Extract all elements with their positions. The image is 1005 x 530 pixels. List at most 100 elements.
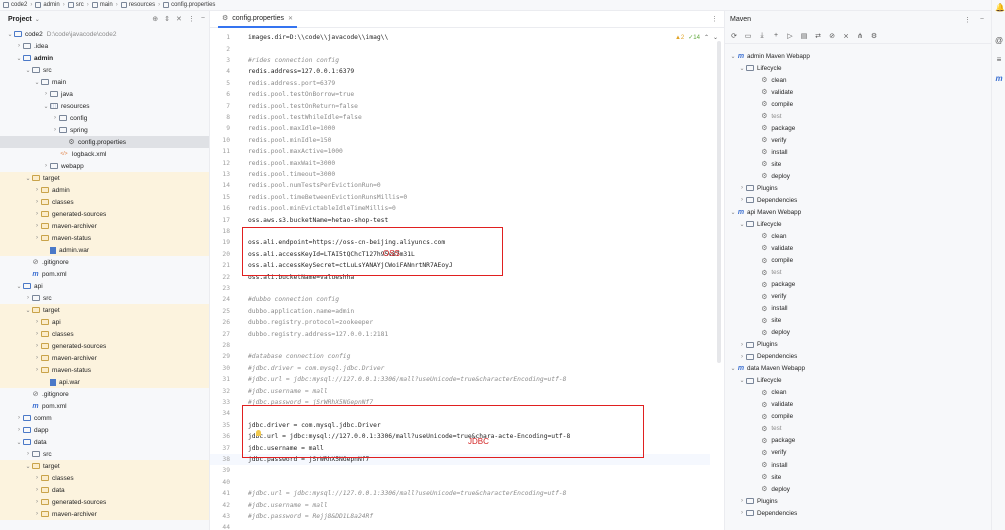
maven-phase[interactable]: ⚙ deploy [725,327,991,339]
chevron-right-icon[interactable]: › [15,427,23,433]
folder-icon[interactable]: ▭ [744,32,752,40]
tree-item[interactable]: › dapp [0,424,209,436]
maven-project[interactable]: ⌄ m admin Maven Webapp [725,50,991,62]
maven-phase[interactable]: ⚙ install [725,459,991,471]
tree-item[interactable]: › .idea [0,40,209,52]
code-line[interactable]: 29 #database connection config [210,351,710,362]
editor-scrollbar[interactable] [717,41,721,363]
code-line[interactable]: 13 redis.pool.timeout=3000 [210,169,710,180]
code-line[interactable]: 24 #dubbo connection config [210,294,710,305]
maven-phase[interactable]: ⚙ compile [725,98,991,110]
chevron-right-icon[interactable]: › [33,211,41,217]
chevron-right-icon[interactable]: › [33,331,41,337]
settings-icon[interactable]: ⚙ [870,32,878,40]
chevron-down-icon[interactable]: ⌄ [729,53,737,60]
reload-icon[interactable]: ⟳ [730,32,738,40]
chevron-down-icon[interactable]: ⌄ [24,175,32,182]
chevron-down-icon[interactable]: ⌄ [15,283,23,290]
chevron-right-icon[interactable]: › [738,354,746,360]
tree-item[interactable]: m pom.xml [0,400,209,412]
maven-dependencies[interactable]: › Dependencies [725,507,991,519]
chevron-down-icon[interactable]: ⌄ [738,377,746,384]
code-line[interactable]: 43 #jdbc.password = Rejj8&DD1L8a24Rf [210,511,710,522]
add-icon[interactable]: + [772,32,780,39]
maven-phase[interactable]: ⚙ validate [725,86,991,98]
tree-item[interactable]: › java [0,88,209,100]
code-line[interactable]: 7 redis.pool.testOnReturn=false [210,100,710,111]
chevron-right-icon[interactable]: › [33,199,41,205]
chevron-down-icon[interactable]: ⌄ [42,103,50,110]
tree-item[interactable]: › maven-archiver [0,508,209,520]
maven-phase[interactable]: ⚙ test [725,423,991,435]
tree-item[interactable]: › maven-archiver [0,220,209,232]
maven-project[interactable]: ⌄ m data Maven Webapp [725,363,991,375]
chevron-right-icon[interactable]: › [738,197,746,203]
chevron-right-icon[interactable]: › [738,498,746,504]
tree-item[interactable]: ⚙ config.properties [0,136,209,148]
notifications-icon[interactable]: 🔔 [995,4,1005,12]
chevron-down-icon[interactable]: ⌄ [24,67,32,74]
maven-phase[interactable]: ⚙ clean [725,74,991,86]
tree-item[interactable]: ⌄ target [0,460,209,472]
chevron-right-icon[interactable]: › [51,127,59,133]
chevron-right-icon[interactable]: › [738,185,746,191]
code-line[interactable]: 25 dubbo.application.name=admin [210,306,710,317]
chevron-down-icon[interactable]: ⌄ [738,221,746,228]
chevron-right-icon[interactable]: › [33,235,41,241]
intention-bulb-icon[interactable] [256,430,261,436]
breadcrumb-item[interactable]: main [91,2,113,8]
tree-item[interactable]: › api [0,316,209,328]
tree-item[interactable]: › maven-status [0,364,209,376]
tree-item[interactable]: › generated-sources [0,496,209,508]
chevron-right-icon[interactable]: › [42,163,50,169]
maven-project[interactable]: ⌄ m api Maven Webapp [725,206,991,218]
maven-phase[interactable]: ⚙ verify [725,291,991,303]
chevron-right-icon[interactable]: › [24,295,32,301]
code-line[interactable]: 17 oss.aws.s3.bucketName=hetao-shop-test [210,214,710,225]
maven-phase[interactable]: ⚙ site [725,158,991,170]
code-line[interactable]: 28 [210,340,710,351]
tree-item[interactable]: m pom.xml [0,268,209,280]
code-line[interactable]: 12 redis.pool.maxWait=3000 [210,157,710,168]
chevron-down-icon[interactable]: ⌄ [35,16,40,23]
maven-lifecycle[interactable]: ⌄ Lifecycle [725,218,991,230]
maven-phase[interactable]: ⚙ deploy [725,170,991,182]
editor-tab-options-icon[interactable]: ⋮ [711,15,718,23]
tree-item[interactable]: ⊘ .gitignore [0,388,209,400]
locate-icon[interactable]: ⊕ [152,15,158,23]
tree-item[interactable]: api.war [0,376,209,388]
breadcrumb-item[interactable]: admin [35,2,60,8]
code-line[interactable]: 5 redis.address.port=6379 [210,78,710,89]
chevron-right-icon[interactable]: › [33,319,41,325]
maven-phase[interactable]: ⚙ deploy [725,483,991,495]
code-line[interactable]: 27 dubbo.registry.address=127.0.0.1:2181 [210,328,710,339]
code-line[interactable]: 9 redis.pool.maxIdle=1000 [210,123,710,134]
tree-item[interactable]: ⌄ data [0,436,209,448]
breadcrumb-item[interactable]: config.properties [163,2,215,8]
code-line[interactable]: 11 redis.pool.maxActive=1000 [210,146,710,157]
chevron-right-icon[interactable]: › [33,343,41,349]
maven-dependencies[interactable]: › Dependencies [725,351,991,363]
code-line[interactable]: 8 redis.pool.testWhileIdle=false [210,112,710,123]
tree-item[interactable]: › maven-status [0,232,209,244]
chevron-down-icon[interactable]: ⌄ [24,307,32,314]
chevron-right-icon[interactable]: › [33,187,41,193]
chevron-right-icon[interactable]: › [15,43,23,49]
tab-config-properties[interactable]: ⚙ config.properties ✕ [218,11,298,28]
maven-phase[interactable]: ⚙ validate [725,242,991,254]
chevron-right-icon[interactable]: › [15,415,23,421]
tree-item[interactable]: ⌄ api [0,280,209,292]
toggle-offline-icon[interactable]: ⇄ [814,32,822,40]
download-icon[interactable]: ⤓ [758,32,766,40]
tree-item[interactable]: › maven-archiver [0,352,209,364]
chevron-down-icon[interactable]: ⌄ [15,55,23,62]
maven-phase[interactable]: ⚙ install [725,146,991,158]
chevron-right-icon[interactable]: › [33,223,41,229]
maven-phase[interactable]: ⚙ verify [725,134,991,146]
tree-item[interactable]: › comm [0,412,209,424]
maven-plugins[interactable]: › Plugins [725,339,991,351]
breadcrumb-item[interactable]: resources [120,2,155,8]
tree-item[interactable]: ⌄ src [0,64,209,76]
tree-item[interactable]: ⌄ code2 D:\code\javacode\code2 [0,28,209,40]
code-line[interactable]: 4 redis.address=127.0.0.1:6379 [210,66,710,77]
